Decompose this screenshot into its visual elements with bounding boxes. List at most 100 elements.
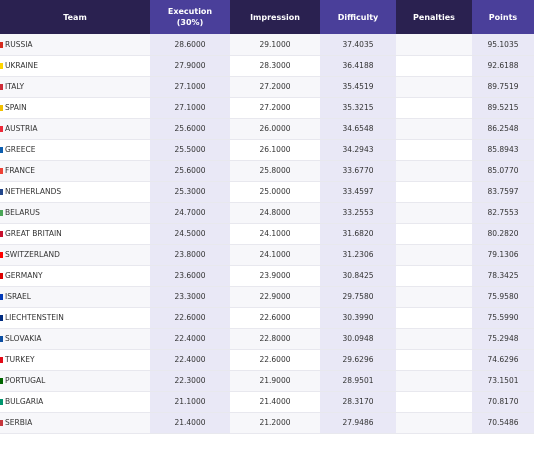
difficulty-cell: 29.7580: [320, 286, 396, 308]
penalties-cell: [396, 286, 472, 308]
table-row[interactable]: SERBIA 21.4000 21.2000 27.9486 70.5486: [0, 412, 534, 434]
impression-cell: 25.0000: [230, 181, 320, 203]
penalties-cell: [396, 349, 472, 371]
difficulty-cell: 34.6548: [320, 118, 396, 140]
points-cell: 85.0770: [472, 160, 534, 182]
difficulty-cell: 28.9501: [320, 370, 396, 392]
table-row[interactable]: FRANCE 25.6000 25.8000 33.6770 85.0770: [0, 160, 534, 182]
penalties-cell: [396, 34, 472, 56]
table-row[interactable]: SLOVAKIA 22.4000 22.8000 30.0948 75.2948: [0, 328, 534, 350]
country-flag-icon: [0, 378, 3, 384]
table-row[interactable]: ISRAEL 23.3000 22.9000 29.7580 75.9580: [0, 286, 534, 308]
execution-cell: 22.3000: [150, 370, 230, 392]
country-flag-icon: [0, 252, 3, 258]
penalties-cell: [396, 412, 472, 434]
execution-cell: 22.4000: [150, 328, 230, 350]
impression-cell: 27.2000: [230, 76, 320, 98]
header-points[interactable]: Points: [472, 0, 534, 34]
execution-cell: 21.1000: [150, 391, 230, 413]
team-cell: SERBIA: [0, 412, 150, 434]
table-row[interactable]: BELARUS 24.7000 24.8000 33.2553 82.7553: [0, 202, 534, 224]
points-cell: 75.9580: [472, 286, 534, 308]
country-flag-icon: [0, 189, 3, 195]
difficulty-cell: 30.8425: [320, 265, 396, 287]
table-row[interactable]: GREAT BRITAIN 24.5000 24.1000 31.6820 80.282…: [0, 223, 534, 245]
table-row[interactable]: PORTUGAL 22.3000 21.9000 28.9501 73.1501: [0, 370, 534, 392]
penalties-cell: [396, 76, 472, 98]
country-flag-icon: [0, 63, 3, 69]
difficulty-cell: 27.9486: [320, 412, 396, 434]
team-name: TURKEY: [5, 355, 35, 364]
table-row[interactable]: RUSSIA 28.6000 29.1000 37.4035 95.1035: [0, 34, 534, 56]
execution-cell: 27.9000: [150, 55, 230, 77]
country-flag-icon: [0, 147, 3, 153]
difficulty-cell: 33.2553: [320, 202, 396, 224]
table-row[interactable]: GERMANY 23.6000 23.9000 30.8425 78.3425: [0, 265, 534, 287]
table-row[interactable]: SPAIN 27.1000 27.2000 35.3215 89.5215: [0, 97, 534, 119]
header-impression[interactable]: Impression: [230, 0, 320, 34]
execution-cell: 25.3000: [150, 181, 230, 203]
table-row[interactable]: NETHERLANDS 25.3000 25.0000 33.4597 83.7597: [0, 181, 534, 203]
impression-cell: 29.1000: [230, 34, 320, 56]
points-cell: 95.1035: [472, 34, 534, 56]
difficulty-cell: 33.6770: [320, 160, 396, 182]
team-name: FRANCE: [5, 166, 35, 175]
difficulty-cell: 28.3170: [320, 391, 396, 413]
country-flag-icon: [0, 231, 3, 237]
penalties-cell: [396, 328, 472, 350]
team-cell: FRANCE: [0, 160, 150, 182]
penalties-cell: [396, 139, 472, 161]
execution-cell: 27.1000: [150, 97, 230, 119]
team-name: LIECHTENSTEIN: [5, 313, 64, 322]
table-row[interactable]: GREECE 25.5000 26.1000 34.2943 85.8943: [0, 139, 534, 161]
impression-cell: 24.8000: [230, 202, 320, 224]
table-row[interactable]: AUSTRIA 25.6000 26.0000 34.6548 86.2548: [0, 118, 534, 140]
team-name: RUSSIA: [5, 39, 33, 49]
team-cell: LIECHTENSTEIN: [0, 307, 150, 329]
impression-cell: 21.4000: [230, 391, 320, 413]
header-team[interactable]: Team: [0, 0, 150, 34]
header-execution[interactable]: Execution (30%): [150, 0, 230, 34]
execution-cell: 27.1000: [150, 76, 230, 98]
header-difficulty[interactable]: Difficulty: [320, 0, 396, 34]
table-row[interactable]: BULGARIA 21.1000 21.4000 28.3170 70.8170: [0, 391, 534, 413]
team-cell: SPAIN: [0, 97, 150, 119]
page-bottom-space: [0, 434, 534, 452]
points-cell: 70.5486: [472, 412, 534, 434]
points-cell: 86.2548: [472, 118, 534, 140]
penalties-cell: [396, 118, 472, 140]
impression-cell: 25.8000: [230, 160, 320, 182]
table-row[interactable]: UKRAINE 27.9000 28.3000 36.4188 92.6188: [0, 55, 534, 77]
difficulty-cell: 34.2943: [320, 139, 396, 161]
team-cell: RUSSIA: [0, 34, 150, 56]
table-row[interactable]: ITALY 27.1000 27.2000 35.4519 89.7519: [0, 76, 534, 98]
impression-cell: 22.9000: [230, 286, 320, 308]
header-penalties[interactable]: Penalties: [396, 0, 472, 34]
impression-cell: 28.3000: [230, 55, 320, 77]
difficulty-cell: 31.6820: [320, 223, 396, 245]
team-cell: GREECE: [0, 139, 150, 161]
country-flag-icon: [0, 105, 3, 111]
difficulty-cell: 30.3990: [320, 307, 396, 329]
penalties-cell: [396, 244, 472, 266]
team-name: NETHERLANDS: [5, 187, 62, 196]
country-flag-icon: [0, 126, 3, 132]
execution-cell: 24.5000: [150, 223, 230, 245]
table-row[interactable]: LIECHTENSTEIN 22.6000 22.6000 30.3990 75.599…: [0, 307, 534, 329]
team-cell: ISRAEL: [0, 286, 150, 308]
points-cell: 75.2948: [472, 328, 534, 350]
points-cell: 85.8943: [472, 139, 534, 161]
penalties-cell: [396, 181, 472, 203]
impression-cell: 22.6000: [230, 349, 320, 371]
team-name: GREECE: [5, 145, 36, 154]
impression-cell: 21.9000: [230, 370, 320, 392]
impression-cell: 26.0000: [230, 118, 320, 140]
penalties-cell: [396, 265, 472, 287]
table-row[interactable]: TURKEY 22.4000 22.6000 29.6296 74.6296: [0, 349, 534, 371]
country-flag-icon: [0, 273, 3, 279]
table-row[interactable]: SWITZERLAND 23.8000 24.1000 31.2306 79.1306: [0, 244, 534, 266]
difficulty-cell: 37.4035: [320, 34, 396, 56]
country-flag-icon: [0, 336, 3, 342]
points-cell: 70.8170: [472, 391, 534, 413]
country-flag-icon: [0, 168, 3, 174]
